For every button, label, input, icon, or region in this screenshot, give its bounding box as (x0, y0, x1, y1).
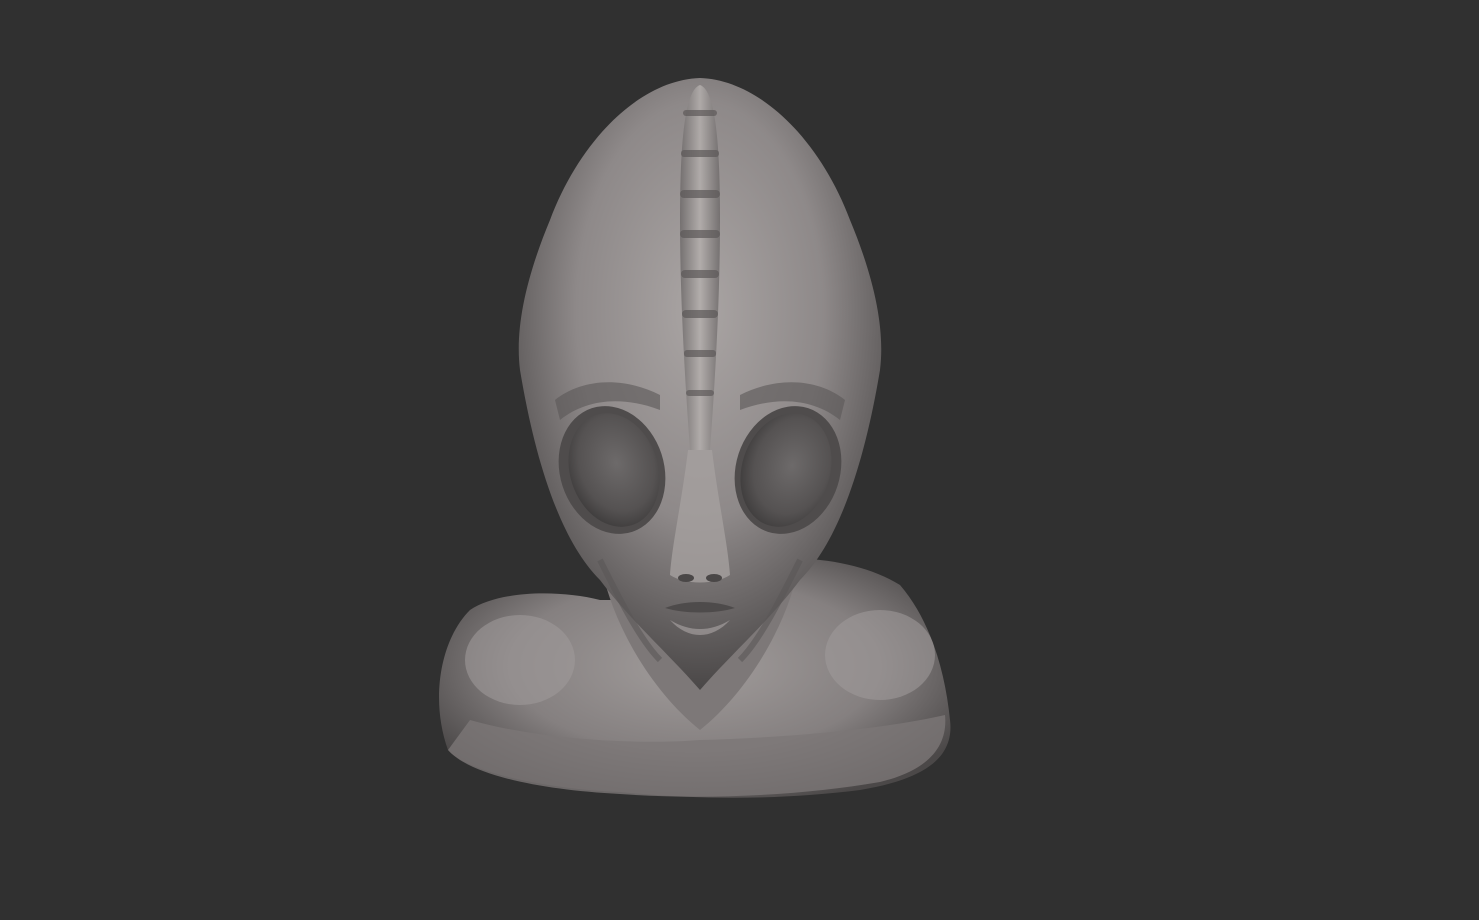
sculpt-viewport[interactable] (0, 0, 1479, 920)
alien-bust-sculpt (439, 78, 951, 798)
